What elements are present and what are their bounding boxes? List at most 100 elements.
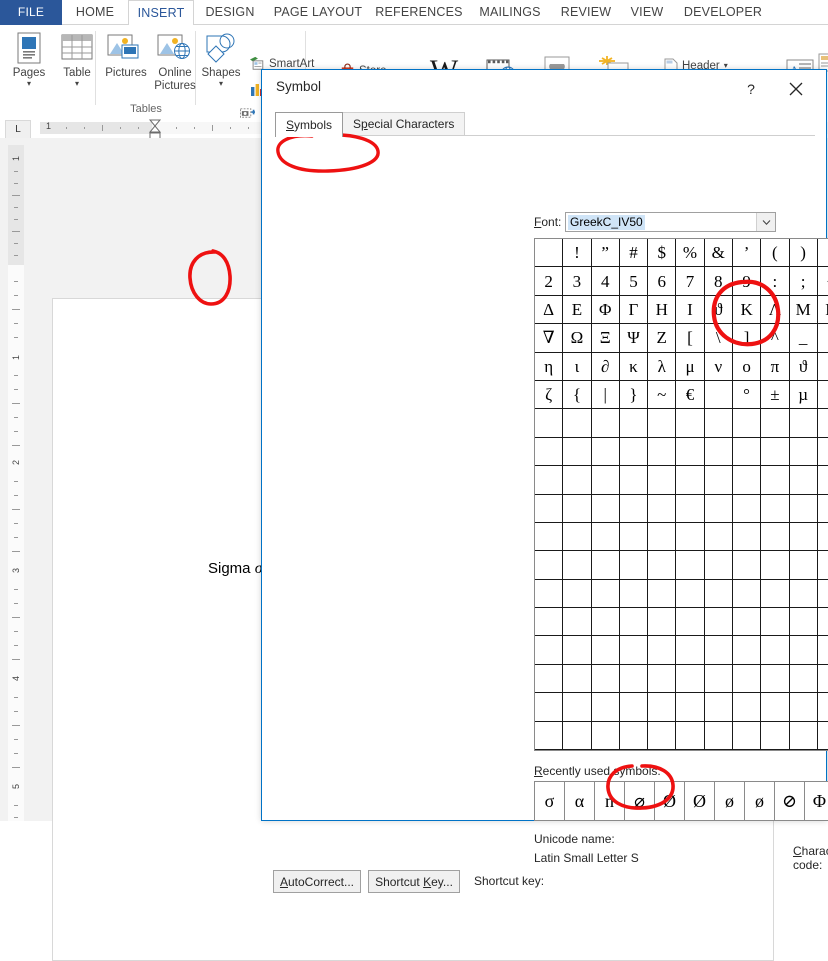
symbol-cell[interactable]: ±: [761, 381, 789, 409]
autocorrect-button[interactable]: AutoCorrect...: [273, 870, 361, 893]
symbol-cell[interactable]: [790, 722, 818, 750]
recent-symbol-cell[interactable]: σ: [535, 782, 565, 820]
symbol-cell[interactable]: [563, 722, 591, 750]
symbol-cell[interactable]: [563, 523, 591, 551]
symbol-cell[interactable]: [676, 466, 704, 494]
symbol-cell[interactable]: ‘: [818, 324, 828, 352]
symbol-cell[interactable]: [733, 466, 761, 494]
recent-symbol-cell[interactable]: ø: [745, 782, 775, 820]
symbol-cell[interactable]: \: [705, 324, 733, 352]
symbol-cell[interactable]: Γ: [620, 296, 648, 324]
ribbon-tab-mailings[interactable]: MAILINGS: [468, 0, 552, 25]
symbol-cell[interactable]: Ι: [676, 296, 704, 324]
symbol-cell[interactable]: ”: [592, 239, 620, 267]
chevron-down-icon[interactable]: ▾: [194, 80, 248, 88]
symbol-cell[interactable]: [535, 722, 563, 750]
symbol-cell[interactable]: [620, 466, 648, 494]
symbol-cell[interactable]: κ: [620, 353, 648, 381]
symbol-cell[interactable]: [676, 722, 704, 750]
symbol-cell[interactable]: Ψ: [620, 324, 648, 352]
symbol-cell[interactable]: ϑ: [790, 353, 818, 381]
symbol-cell[interactable]: Ζ: [648, 324, 676, 352]
symbol-cell[interactable]: Η: [648, 296, 676, 324]
symbol-cell[interactable]: [535, 466, 563, 494]
symbol-cell[interactable]: [818, 495, 828, 523]
recent-symbol-cell[interactable]: α: [565, 782, 595, 820]
symbol-cell[interactable]: [676, 693, 704, 721]
symbol-cell[interactable]: [: [676, 324, 704, 352]
symbol-cell[interactable]: Μ: [790, 296, 818, 324]
chevron-down-icon[interactable]: ▾: [2, 80, 56, 88]
symbol-cell[interactable]: [818, 580, 828, 608]
symbol-cell[interactable]: [676, 409, 704, 437]
symbol-cell[interactable]: [761, 636, 789, 664]
recent-symbol-cell[interactable]: ⊘: [775, 782, 805, 820]
tab-symbols[interactable]: Symbols: [275, 112, 343, 137]
symbol-cell[interactable]: [705, 409, 733, 437]
symbol-cell[interactable]: [592, 722, 620, 750]
symbol-cell[interactable]: [620, 608, 648, 636]
symbol-cell[interactable]: ο: [733, 353, 761, 381]
symbol-cell[interactable]: [790, 409, 818, 437]
symbol-cell[interactable]: [592, 523, 620, 551]
ribbon-button-shapes[interactable]: Shapes ▾: [194, 29, 248, 88]
symbol-cell[interactable]: [563, 466, 591, 494]
symbol-cell[interactable]: [818, 608, 828, 636]
symbol-cell[interactable]: _: [790, 324, 818, 352]
font-combobox[interactable]: GreekC_IV50: [565, 212, 776, 232]
symbol-cell[interactable]: <: [818, 267, 828, 295]
tab-special-characters[interactable]: Special Characters: [342, 112, 465, 135]
symbol-cell[interactable]: [592, 495, 620, 523]
ribbon-button-pages[interactable]: Pages ▾: [2, 29, 56, 88]
symbol-cell[interactable]: [620, 580, 648, 608]
symbol-cell[interactable]: [705, 693, 733, 721]
symbol-cell[interactable]: [818, 523, 828, 551]
symbol-cell[interactable]: ^: [761, 324, 789, 352]
symbol-cell[interactable]: (: [761, 239, 789, 267]
symbol-cell[interactable]: ’: [733, 239, 761, 267]
symbol-cell[interactable]: [563, 580, 591, 608]
symbol-cell[interactable]: [676, 495, 704, 523]
symbol-cell[interactable]: [620, 551, 648, 579]
symbol-cell[interactable]: [733, 580, 761, 608]
vertical-ruler[interactable]: 1 1 2 3 4 5: [8, 145, 24, 821]
ribbon-tab-page-layout[interactable]: PAGE LAYOUT: [266, 0, 370, 25]
symbol-cell[interactable]: [535, 438, 563, 466]
symbol-cell[interactable]: [705, 580, 733, 608]
recent-symbol-cell[interactable]: ø: [715, 782, 745, 820]
symbol-cell[interactable]: [733, 693, 761, 721]
ribbon-tab-references[interactable]: REFERENCES: [370, 0, 468, 25]
symbol-cell[interactable]: [648, 551, 676, 579]
symbol-cell[interactable]: [761, 466, 789, 494]
symbol-cell[interactable]: [790, 608, 818, 636]
symbol-cell[interactable]: [563, 636, 591, 664]
symbol-cell[interactable]: ρ: [818, 353, 828, 381]
symbol-cell[interactable]: [761, 438, 789, 466]
symbol-cell[interactable]: [563, 495, 591, 523]
symbol-cell[interactable]: &: [705, 239, 733, 267]
symbol-cell[interactable]: ): [790, 239, 818, 267]
symbol-cell[interactable]: [620, 409, 648, 437]
symbol-cell[interactable]: [620, 495, 648, 523]
symbol-cell[interactable]: [676, 665, 704, 693]
recent-symbol-cell[interactable]: ⌀: [625, 782, 655, 820]
ribbon-tab-insert[interactable]: INSERT: [128, 0, 194, 26]
symbol-cell[interactable]: [563, 409, 591, 437]
symbol-cell[interactable]: [818, 693, 828, 721]
symbol-cell[interactable]: [563, 608, 591, 636]
symbol-cell[interactable]: [535, 523, 563, 551]
symbol-cell[interactable]: [761, 409, 789, 437]
symbol-cell[interactable]: Φ: [592, 296, 620, 324]
symbol-cell[interactable]: ν: [705, 353, 733, 381]
symbol-cell[interactable]: [705, 722, 733, 750]
symbol-cell[interactable]: [790, 466, 818, 494]
symbol-cell[interactable]: [535, 636, 563, 664]
symbol-cell[interactable]: [790, 551, 818, 579]
symbol-cell[interactable]: [818, 466, 828, 494]
symbol-cell[interactable]: [818, 665, 828, 693]
symbol-cell[interactable]: [648, 409, 676, 437]
symbol-cell[interactable]: ;: [790, 267, 818, 295]
symbol-cell[interactable]: [761, 551, 789, 579]
symbol-cell[interactable]: 9: [733, 267, 761, 295]
symbol-cell[interactable]: [761, 693, 789, 721]
